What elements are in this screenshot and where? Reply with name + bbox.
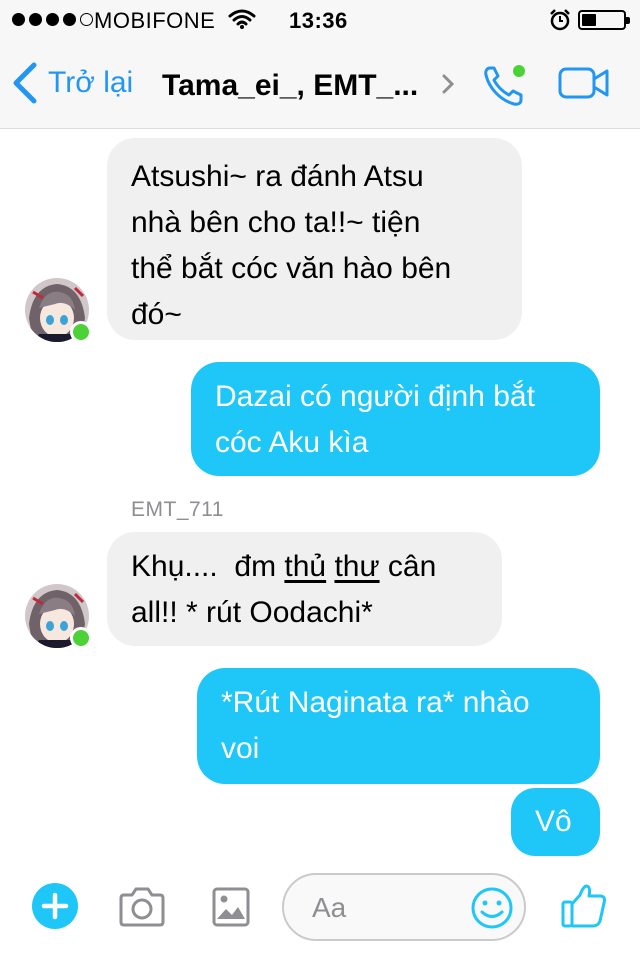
camera-icon bbox=[119, 887, 165, 927]
outgoing-message[interactable]: Dazai có người định bắt cóc Aku kìa bbox=[191, 362, 600, 476]
message-text-underlined: thư bbox=[334, 550, 380, 583]
alarm-icon bbox=[549, 9, 571, 37]
message-line: Vô bbox=[535, 805, 572, 838]
phone-icon bbox=[484, 65, 525, 106]
outgoing-message[interactable]: Vô bbox=[511, 788, 600, 856]
battery-icon bbox=[578, 10, 630, 30]
message-line: thể bắt cóc văn hào bên bbox=[131, 252, 452, 285]
message-text: cân bbox=[379, 550, 437, 583]
conversation-title[interactable]: Tama_ei_, EMT_... bbox=[162, 69, 418, 103]
sender-name: EMT_711 bbox=[131, 498, 224, 521]
camera-button[interactable] bbox=[117, 886, 167, 933]
online-status-indicator bbox=[70, 627, 92, 649]
message-line: nhà bên cho ta!!~ tiện bbox=[131, 206, 421, 239]
outgoing-message[interactable]: *Rút Naginata ra* nhào voi bbox=[197, 668, 600, 784]
plus-icon bbox=[41, 892, 69, 920]
back-chevron-icon bbox=[13, 62, 37, 104]
message-line: cóc Aku kìa bbox=[215, 426, 369, 459]
message-line: Dazai có người định bắt bbox=[215, 380, 535, 413]
add-button[interactable] bbox=[32, 883, 78, 929]
message-line: *Rút Naginata ra* nhào bbox=[221, 686, 530, 719]
status-bar: MOBIFONE 13:36 bbox=[0, 0, 640, 40]
message-text: Khụ.... đm bbox=[131, 550, 285, 583]
message-line: đó~ bbox=[131, 298, 182, 331]
message-line: Atsushi~ ra đánh Atsu bbox=[131, 160, 424, 193]
wifi-icon bbox=[228, 8, 256, 36]
back-button[interactable]: Trở lại bbox=[12, 62, 133, 104]
clock: 13:36 bbox=[289, 8, 348, 33]
online-status-indicator bbox=[70, 321, 92, 343]
message-input[interactable] bbox=[310, 889, 464, 927]
chevron-right-icon[interactable] bbox=[440, 70, 456, 103]
thumbs-up-icon bbox=[561, 884, 607, 928]
incoming-message[interactable]: Atsushi~ ra đánh Atsu nhà bên cho ta!!~ … bbox=[107, 138, 522, 340]
carrier-name: MOBIFONE bbox=[94, 8, 216, 33]
gallery-button[interactable] bbox=[211, 886, 251, 933]
video-call-button[interactable] bbox=[558, 66, 610, 105]
like-button[interactable] bbox=[560, 883, 608, 934]
signal-icon bbox=[12, 13, 93, 26]
video-camera-icon bbox=[558, 67, 609, 99]
message-text-underlined: thủ bbox=[284, 550, 327, 583]
message-line: Khụ.... đm thủ thư cân bbox=[131, 544, 478, 590]
smiley-icon bbox=[471, 887, 513, 929]
incoming-message[interactable]: Khụ.... đm thủ thư cân all!! * rút Oodac… bbox=[107, 532, 502, 646]
message-line: voi bbox=[221, 732, 260, 765]
back-label: Trở lại bbox=[48, 66, 134, 99]
emoji-button[interactable] bbox=[470, 886, 514, 935]
navigation-bar: Trở lại Tama_ei_, EMT_... bbox=[0, 40, 640, 129]
message-line: all!! * rút Oodachi* bbox=[131, 596, 373, 629]
phone-call-button[interactable] bbox=[482, 62, 530, 113]
image-icon bbox=[212, 887, 250, 927]
